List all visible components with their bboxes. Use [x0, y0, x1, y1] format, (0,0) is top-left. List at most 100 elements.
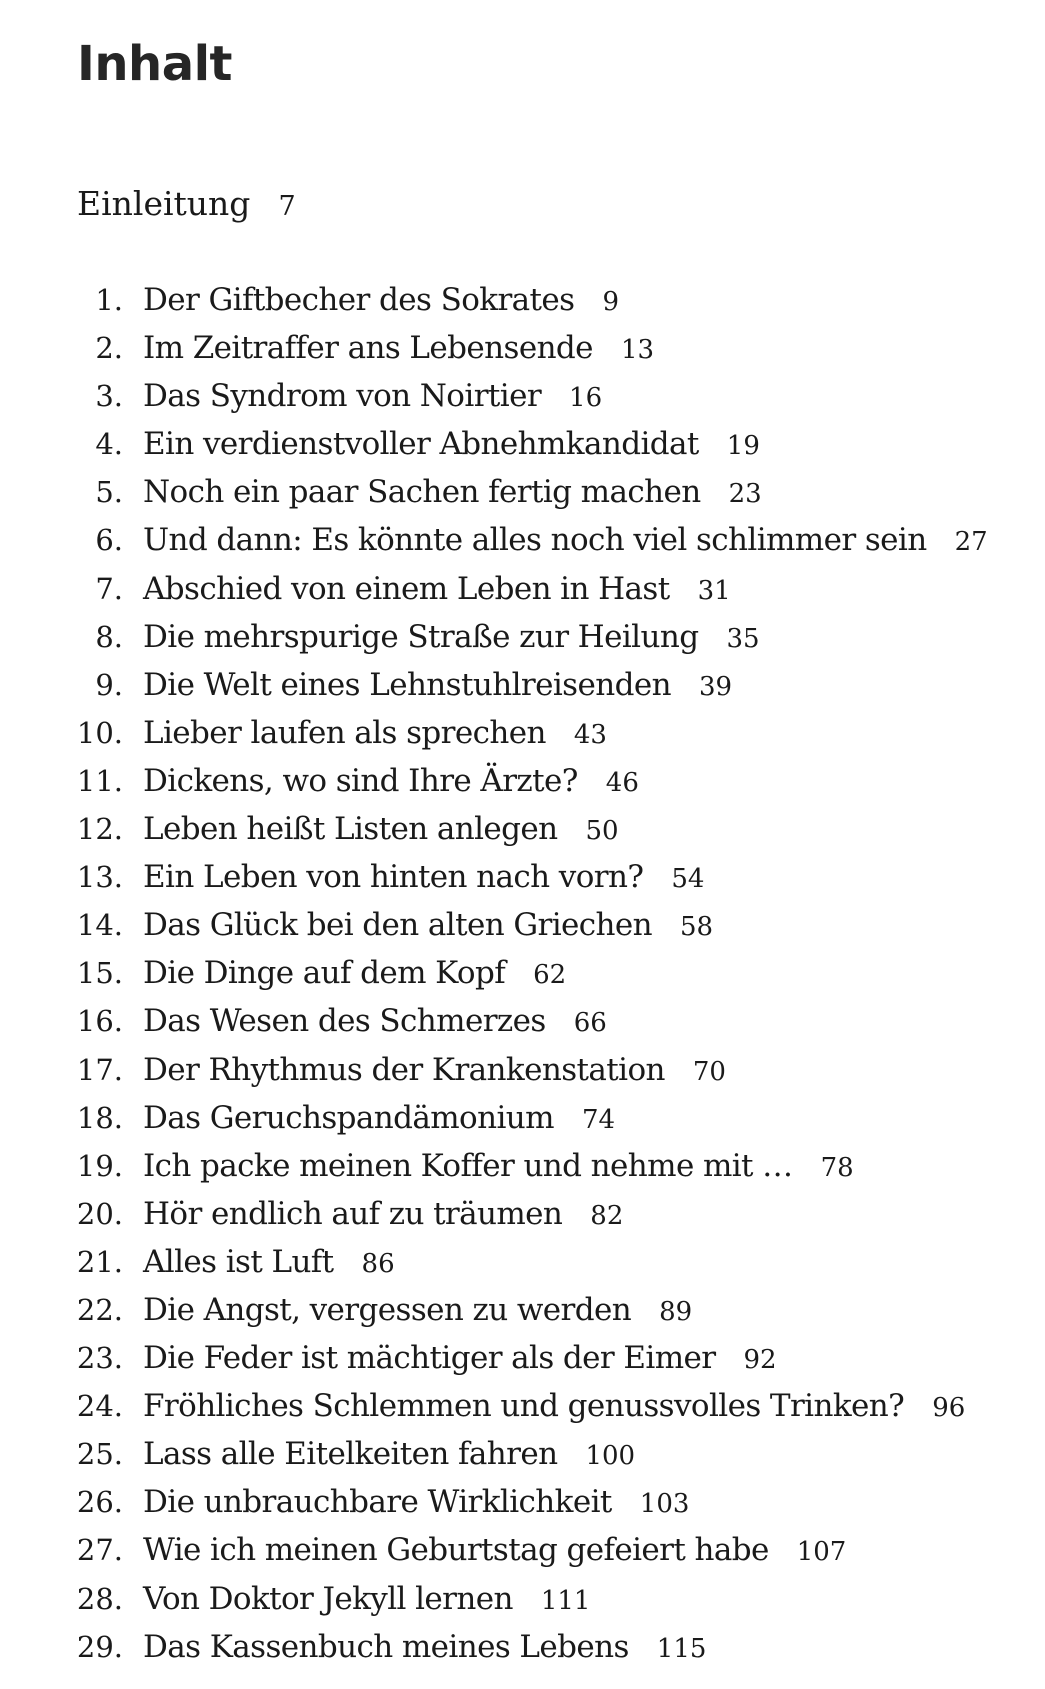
chapter-title: Von Doktor Jekyll lernen: [143, 1580, 513, 1617]
chapter-title-group: Hör endlich auf zu träumen 82: [143, 1190, 623, 1240]
chapter-title: Die unbrauchbare Wirklichkeit: [143, 1484, 612, 1521]
chapter-title: Und dann: Es könnte alles noch viel schl…: [143, 522, 927, 559]
chapter-title-group: Dickens, wo sind Ihre Ärzte? 46: [143, 757, 639, 807]
chapter-page-number: 103: [639, 1489, 690, 1520]
chapter-title: Noch ein paar Sachen fertig machen: [143, 474, 701, 511]
toc-entry: 19. Ich packe meinen Koffer und nehme mi…: [0, 1142, 1045, 1190]
chapter-title: Das Kassenbuch meines Lebens: [143, 1628, 629, 1665]
chapter-page-number: 31: [697, 575, 731, 606]
toc-entry: 12. Leben heißt Listen anlegen 50: [0, 805, 1045, 853]
toc-entry: 26. Die unbrauchbare Wirklichkeit 103: [0, 1478, 1045, 1526]
chapter-number: 21.: [76, 1244, 123, 1279]
chapter-title: Das Wesen des Schmerzes: [143, 1003, 546, 1040]
chapter-title-group: Der Rhythmus der Krankenstation 70: [143, 1046, 726, 1096]
toc-list: 1. Der Giftbecher des Sokrates 9 2. Im Ze…: [0, 276, 1045, 1671]
chapter-title: Im Zeitraffer ans Lebensende: [143, 330, 594, 367]
chapter-title-group: Noch ein paar Sachen fertig machen 23: [143, 468, 762, 518]
chapter-title-group: Lieber laufen als sprechen 43: [143, 709, 607, 759]
chapter-page-number: 19: [726, 431, 760, 462]
toc-page: Inhalt Einleitung 7 1. Der Giftbecher des…: [0, 0, 1045, 1689]
chapter-page-number: 70: [692, 1056, 726, 1087]
chapter-number: 9.: [95, 667, 123, 702]
chapter-title: Ein verdienstvoller Abnehmkandidat: [143, 426, 699, 463]
toc-entry: 7. Abschied von einem Leben in Hast 31: [0, 565, 1045, 613]
chapter-title-group: Die Feder ist mächtiger als der Eimer 92: [143, 1334, 777, 1384]
page-title: Inhalt: [77, 36, 233, 92]
chapter-number: 4.: [95, 427, 123, 462]
chapter-number: 18.: [76, 1100, 123, 1135]
chapter-title-group: Im Zeitraffer ans Lebensende 13: [143, 324, 654, 374]
toc-entry: 24. Fröhliches Schlemmen und genussvolle…: [0, 1382, 1045, 1430]
chapter-title-group: Von Doktor Jekyll lernen 111: [143, 1575, 590, 1625]
chapter-title-group: Die Dinge auf dem Kopf 62: [143, 949, 566, 999]
chapter-title: Die mehrspurige Straße zur Heilung: [143, 618, 699, 655]
chapter-number: 3.: [95, 379, 123, 414]
chapter-page-number: 27: [954, 527, 988, 558]
chapter-page-number: 54: [671, 864, 705, 895]
chapter-title-group: Das Wesen des Schmerzes 66: [143, 997, 607, 1047]
chapter-number: 15.: [76, 956, 123, 991]
toc-entry: 3. Das Syndrom von Noirtier 16: [0, 372, 1045, 420]
intro-title: Einleitung: [77, 184, 251, 223]
toc-entry: 15. Die Dinge auf dem Kopf 62: [0, 949, 1045, 997]
chapter-title-group: Wie ich meinen Geburtstag gefeiert habe 1…: [143, 1526, 846, 1576]
chapter-title-group: Der Giftbecher des Sokrates 9: [143, 276, 619, 326]
chapter-title-group: Das Geruchspandämonium 74: [143, 1094, 615, 1144]
chapter-page-number: 115: [656, 1633, 707, 1664]
chapter-title-group: Alles ist Luft 86: [143, 1238, 395, 1288]
chapter-page-number: 96: [932, 1393, 966, 1424]
toc-entry: 25. Lass alle Eitelkeiten fahren 100: [0, 1430, 1045, 1478]
chapter-page-number: 9: [602, 287, 620, 317]
chapter-title-group: Die Welt eines Lehnstuhlreisenden 39: [143, 661, 732, 711]
chapter-page-number: 82: [590, 1200, 624, 1231]
chapter-number: 16.: [76, 1004, 123, 1039]
chapter-title: Das Glück bei den alten Griechen: [143, 907, 653, 944]
chapter-title: Die Dinge auf dem Kopf: [143, 955, 506, 992]
chapter-number: 23.: [76, 1341, 123, 1376]
chapter-number: 20.: [76, 1196, 123, 1231]
chapter-page-number: 78: [820, 1152, 854, 1183]
toc-entry: 6. Und dann: Es könnte alles noch viel s…: [0, 516, 1045, 564]
toc-entry: 9. Die Welt eines Lehnstuhlreisenden 39: [0, 661, 1045, 709]
chapter-number: 2.: [95, 331, 123, 366]
chapter-number: 25.: [76, 1437, 123, 1472]
toc-entry: 4. Ein verdienstvoller Abnehmkandidat 19: [0, 420, 1045, 468]
toc-entry: 27. Wie ich meinen Geburtstag gefeiert h…: [0, 1526, 1045, 1574]
chapter-title-group: Die Angst, vergessen zu werden 89: [143, 1286, 692, 1336]
chapter-number: 22.: [76, 1292, 123, 1327]
chapter-page-number: 58: [680, 912, 714, 943]
chapter-page-number: 13: [620, 335, 655, 366]
chapter-title: Ein Leben von hinten nach vorn?: [143, 859, 644, 896]
chapter-title: Wie ich meinen Geburtstag gefeiert habe: [143, 1532, 769, 1569]
chapter-title-group: Fröhliches Schlemmen und genussvolles Tr…: [143, 1382, 965, 1432]
chapter-number: 7.: [95, 571, 123, 606]
toc-entry: 22. Die Angst, vergessen zu werden 89: [0, 1286, 1045, 1334]
chapter-title-group: Ein Leben von hinten nach vorn? 54: [143, 853, 704, 903]
chapter-page-number: 92: [743, 1345, 777, 1376]
chapter-title-group: Das Syndrom von Noirtier 16: [143, 372, 602, 422]
chapter-title: Dickens, wo sind Ihre Ärzte?: [143, 762, 578, 799]
chapter-title-group: Und dann: Es könnte alles noch viel schl…: [143, 516, 988, 566]
toc-entry: 8. Die mehrspurige Straße zur Heilung 35: [0, 613, 1045, 661]
chapter-page-number: 23: [728, 479, 762, 510]
chapter-title: Alles ist Luft: [143, 1243, 334, 1280]
toc-entry: 1. Der Giftbecher des Sokrates 9: [0, 276, 1045, 324]
toc-entry: 23. Die Feder ist mächtiger als der Eime…: [0, 1334, 1045, 1382]
chapter-number: 13.: [76, 860, 123, 895]
chapter-title-group: Das Glück bei den alten Griechen 58: [143, 901, 713, 951]
chapter-number: 5.: [95, 475, 123, 510]
toc-entry: 13. Ein Leben von hinten nach vorn? 54: [0, 853, 1045, 901]
chapter-page-number: 111: [540, 1585, 591, 1616]
chapter-number: 26.: [76, 1485, 123, 1520]
toc-entry: 5. Noch ein paar Sachen fertig machen 23: [0, 468, 1045, 516]
chapter-number: 27.: [76, 1533, 123, 1568]
chapter-page-number: 100: [585, 1441, 636, 1472]
chapter-page-number: 50: [585, 816, 619, 847]
chapter-title: Der Giftbecher des Sokrates: [143, 282, 575, 318]
chapter-title: Lass alle Eitelkeiten fahren: [143, 1436, 558, 1473]
chapter-title-group: Die mehrspurige Straße zur Heilung 35: [143, 613, 760, 663]
chapter-title-group: Lass alle Eitelkeiten fahren 100: [143, 1430, 635, 1480]
chapter-title: Die Angst, vergessen zu werden: [143, 1291, 632, 1328]
chapter-title: Lieber laufen als sprechen: [143, 714, 546, 751]
chapter-page-number: 89: [659, 1296, 693, 1327]
